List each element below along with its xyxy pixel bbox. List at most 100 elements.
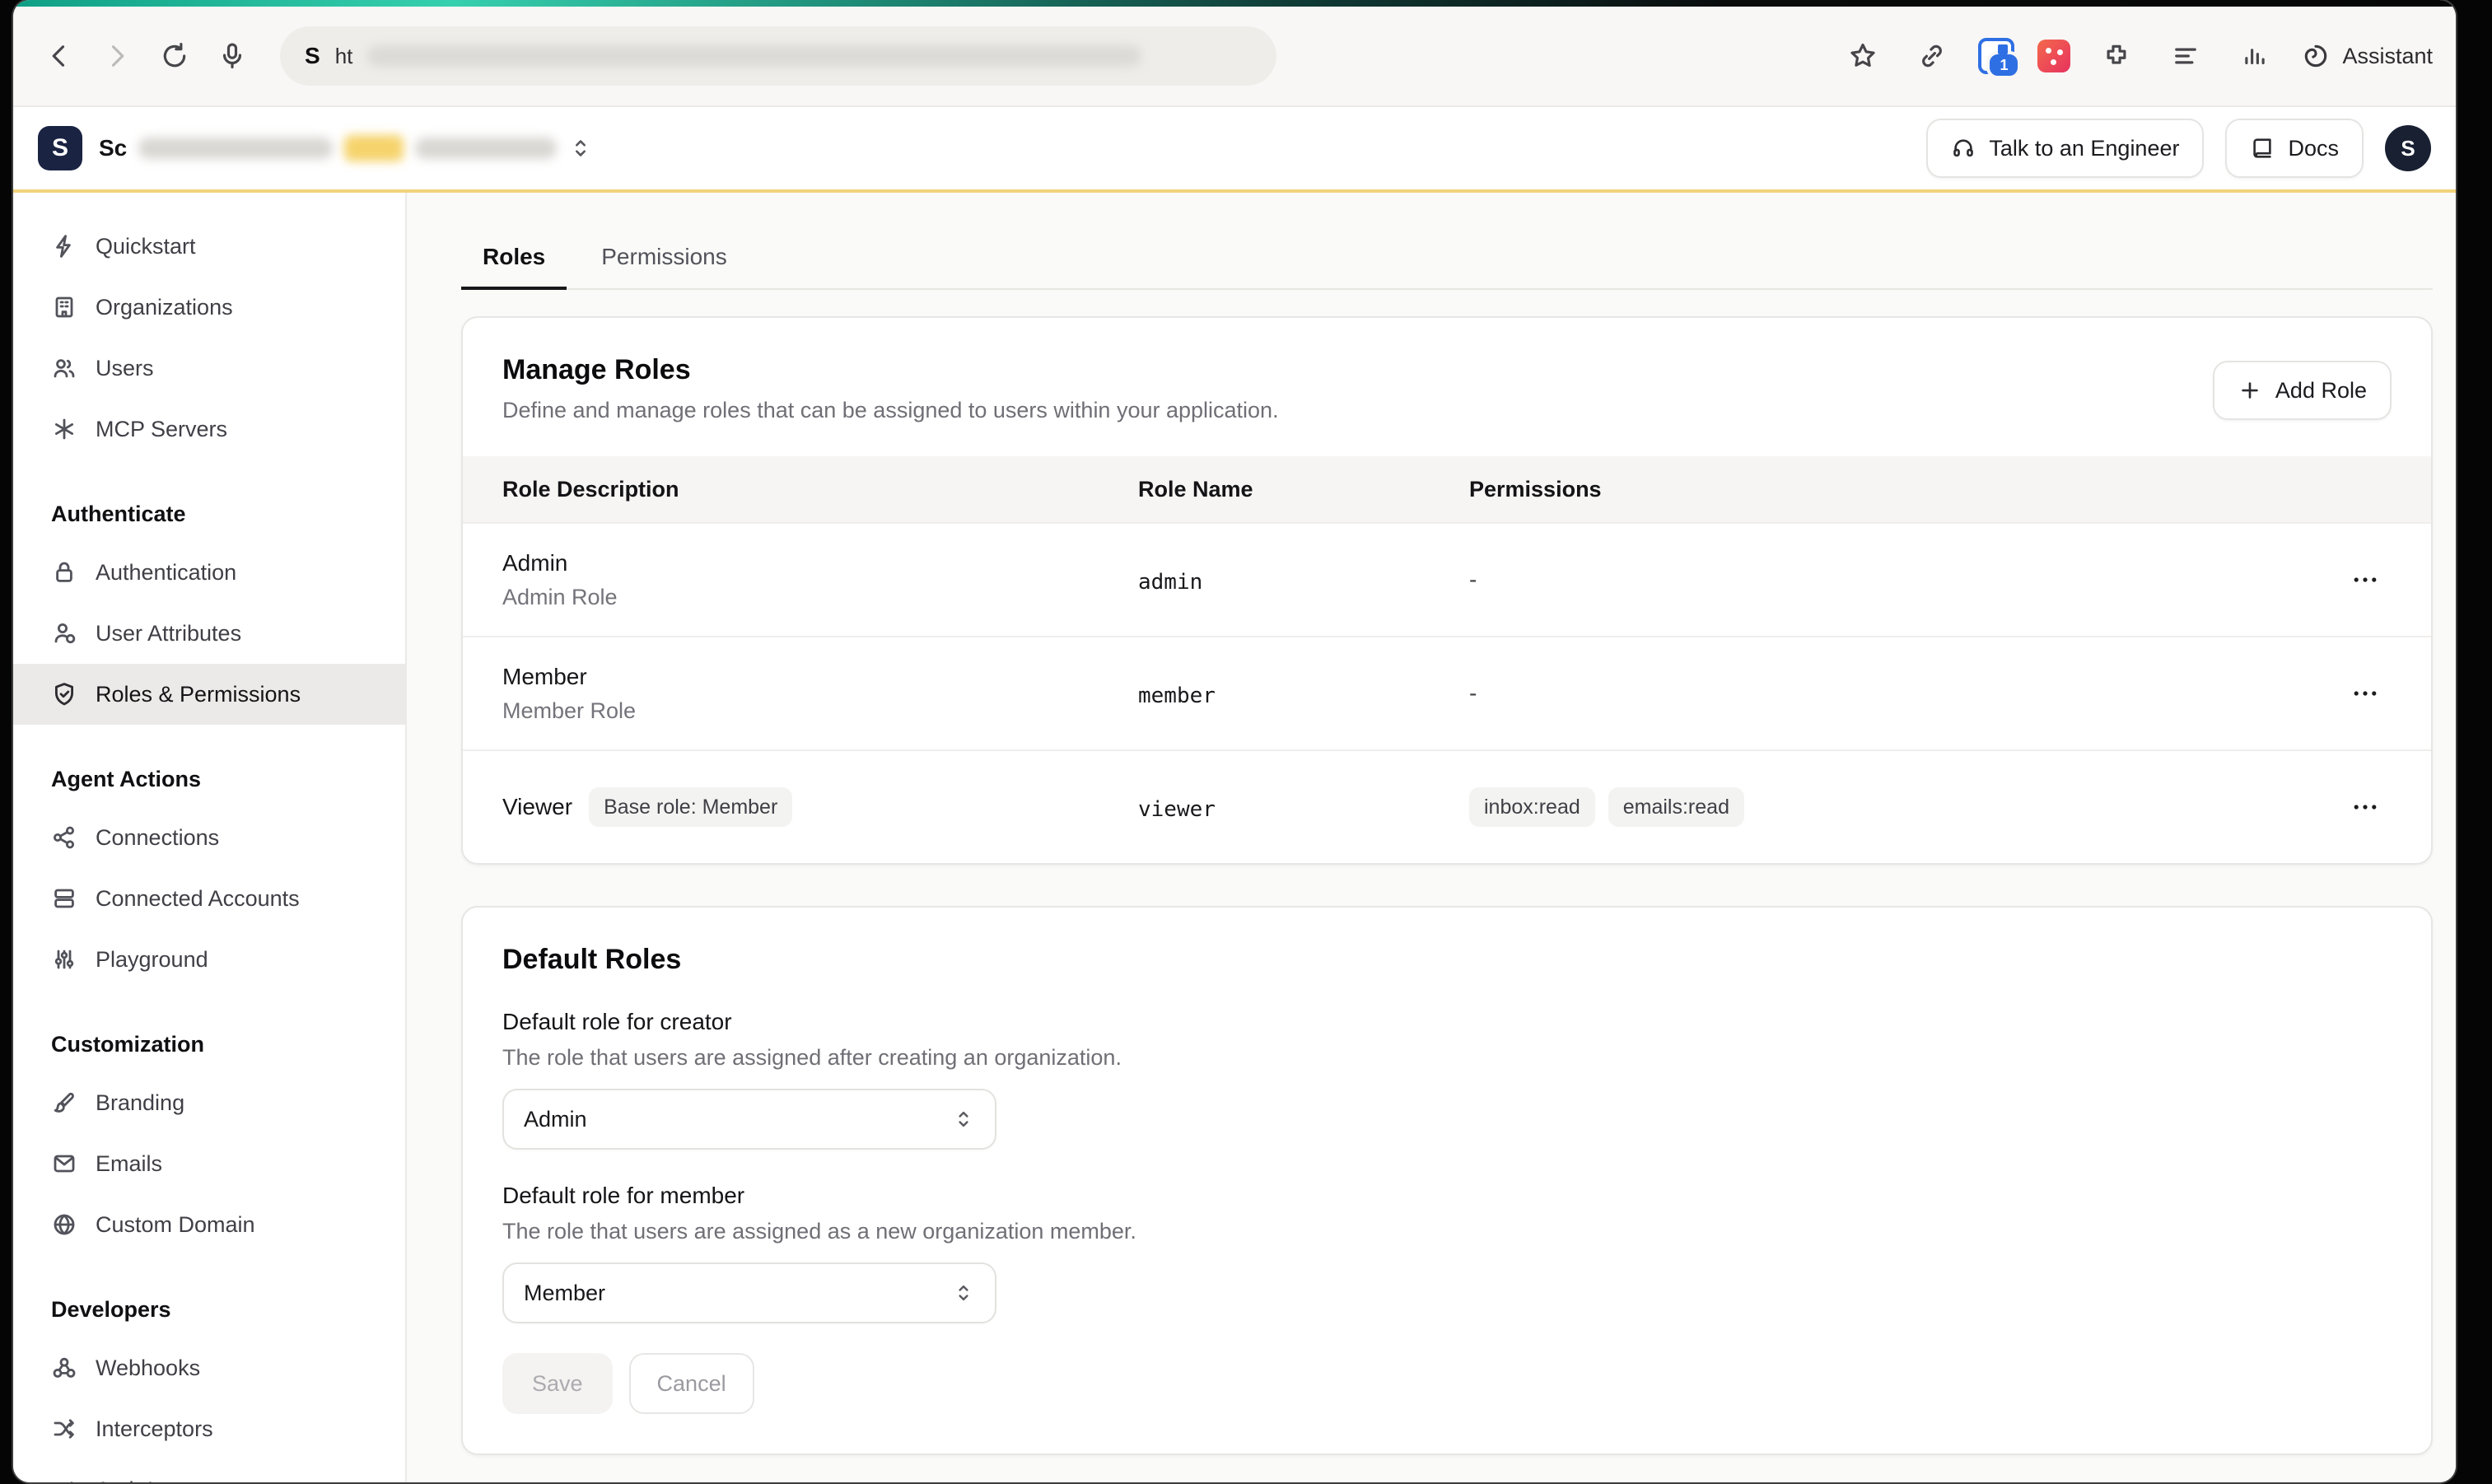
creator-role-select[interactable]: Admin [502,1089,996,1150]
base-role-badge: Base role: Member [589,787,792,827]
chevrons-up-down-icon [952,1281,975,1304]
sidebar-item-playground[interactable]: Playground [13,929,405,990]
sidebar-item-interceptors[interactable]: Interceptors [13,1398,405,1459]
sliders-icon [51,946,77,973]
docs-button[interactable]: Docs [2225,119,2364,178]
cards-icon [51,885,77,912]
mail-icon [51,1150,77,1177]
manage-roles-description: Define and manage roles that can be assi… [502,398,1279,423]
sidebar-item-authentication[interactable]: Authentication [13,542,405,603]
mic-icon[interactable] [217,41,247,71]
cancel-button[interactable]: Cancel [629,1353,754,1414]
extension-icon[interactable] [2102,41,2131,71]
tab-roles[interactable]: Roles [461,227,567,288]
address-bar[interactable]: S ht [280,26,1276,86]
bookmark-star-icon[interactable] [1848,41,1878,71]
site-favicon: S [305,43,320,69]
add-role-label: Add Role [2275,378,2367,404]
globe-icon [51,1211,77,1238]
role-name-value: viewer [1138,797,1216,822]
sidebar-item-label: Connected Accounts [96,886,300,912]
plus-icon [2238,378,2262,403]
extension-badge: 1 [1986,51,2021,79]
sidebar-item-emails[interactable]: Emails [13,1133,405,1194]
role-name-cell: admin [1138,565,1469,595]
table-row: AdminAdmin Roleadmin- [463,522,2431,636]
sidebar-item-label: User Attributes [96,621,241,646]
role-name-line: Viewer Base role: Member [502,787,1118,827]
manage-roles-title: Manage Roles [502,354,1279,386]
reading-list-icon[interactable] [2171,41,2200,71]
headset-icon [1951,136,1976,161]
sidebar-item-connected-accounts[interactable]: Connected Accounts [13,868,405,929]
permissions-cell: - [1469,567,2312,593]
save-button[interactable]: Save [502,1353,613,1414]
sidebar-item-label: Custom Domain [96,1212,255,1238]
talk-to-engineer-label: Talk to an Engineer [1989,136,2179,161]
lock-icon [51,559,77,586]
permissions-cell: inbox:reademails:read [1469,787,2312,827]
mcp-icon [51,416,77,442]
role-subtitle: Member Role [502,698,1118,724]
activity-bars-icon[interactable] [2240,41,2270,71]
role-title: Viewer [502,794,572,820]
reload-icon[interactable] [160,41,189,71]
row-menu-button[interactable] [2342,784,2388,830]
forward-icon[interactable] [102,41,132,71]
sidebar-item-label: Webhooks [96,1356,200,1381]
column-header: Permissions [1469,477,2312,502]
row-menu-button[interactable] [2342,670,2388,716]
row-actions-cell [2312,784,2431,830]
manage-roles-titles: Manage Roles Define and manage roles tha… [502,354,1279,423]
role-description-cell: Viewer Base role: Member [463,766,1138,848]
nodes-icon [51,824,77,851]
sidebar-item-label: Emails [96,1151,162,1177]
sidebar-item-roles-permissions[interactable]: Roles & Permissions [13,664,405,725]
url-text: ht [335,44,353,69]
sidebar-item-branding[interactable]: Branding [13,1072,405,1133]
sidebar-item-webhooks[interactable]: Webhooks [13,1337,405,1398]
back-icon[interactable] [44,41,74,71]
manage-roles-header: Manage Roles Define and manage roles tha… [463,318,2431,456]
permissions-empty: - [1469,567,2312,593]
toolbar-right: 1 Assistant [1840,38,2433,74]
permission-badge: emails:read [1608,787,1744,827]
sidebar-item-auth-logs[interactable]: Auth Logs [13,1459,405,1482]
column-header: Role Description [463,477,1138,502]
member-role-select[interactable]: Member [502,1262,996,1323]
assistant-button[interactable]: Assistant [2301,41,2433,71]
role-description-cell: MemberMember Role [463,642,1138,745]
header-actions: Talk to an Engineer Docs S [1926,119,2431,178]
sidebar-item-custom-domain[interactable]: Custom Domain [13,1194,405,1255]
add-role-button[interactable]: Add Role [2213,361,2392,420]
extension-red-icon[interactable] [2037,40,2070,72]
sidebar-item-mcp-servers[interactable]: MCP Servers [13,399,405,460]
role-name-cell: viewer [1138,792,1469,823]
sidebar-item-connections[interactable]: Connections [13,807,405,868]
assistant-label: Assistant [2342,44,2433,69]
sidebar-section-agent-actions: Agent Actions [13,725,405,807]
chevrons-up-down-icon [952,1108,975,1131]
org-switcher[interactable]: Sc [99,135,593,161]
user-avatar[interactable]: S [2385,125,2431,171]
org-name-redacted [138,138,333,159]
row-menu-button[interactable] [2342,557,2388,603]
sidebar-item-quickstart[interactable]: Quickstart [13,216,405,277]
talk-to-engineer-button[interactable]: Talk to an Engineer [1926,119,2204,178]
copy-link-icon[interactable] [1917,41,1947,71]
member-role-description: The role that users are assigned as a ne… [502,1219,2392,1244]
tab-permissions[interactable]: Permissions [580,227,748,288]
app-logo: S [38,126,82,170]
sidebar-section-authenticate: Authenticate [13,460,405,542]
sidebar-item-label: Branding [96,1090,184,1116]
table-header-row: Role DescriptionRole NamePermissions [463,456,2431,522]
sidebar-item-organizations[interactable]: Organizations [13,277,405,338]
member-role-group: Default role for member The role that us… [502,1183,2392,1323]
extension-blue-icon[interactable]: 1 [1978,38,2014,74]
sidebar-item-user-attributes[interactable]: User Attributes [13,603,405,664]
window-accent-strip [13,0,2456,7]
app-header: S Sc Talk to an Engineer Docs S [13,107,2456,193]
user-gear-icon [51,620,77,646]
sidebar-item-users[interactable]: Users [13,338,405,399]
env-badge-redacted [344,135,404,161]
